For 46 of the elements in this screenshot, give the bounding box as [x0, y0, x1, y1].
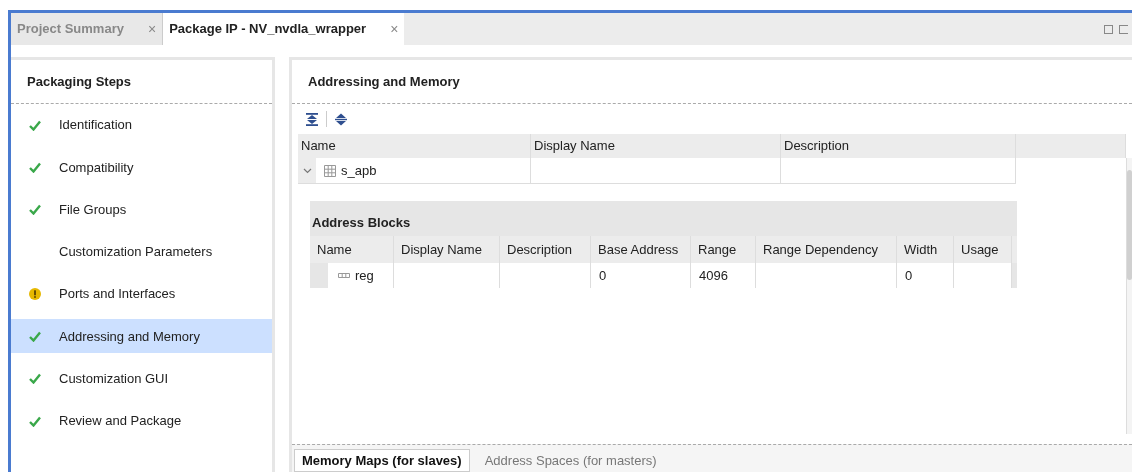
table-cell: 0	[897, 263, 954, 288]
step-item[interactable]: Compatibility	[11, 150, 272, 185]
table-cell: 0	[591, 263, 691, 288]
register-icon	[338, 273, 350, 278]
step-item[interactable]: Identification	[11, 108, 272, 142]
step-label: Review and Package	[59, 412, 182, 431]
column-header[interactable]: Name	[301, 136, 336, 156]
step-label: Customization GUI	[59, 370, 169, 389]
step-label: Compatibility	[59, 158, 134, 177]
step-label: Addressing and Memory	[59, 327, 200, 346]
close-icon[interactable]: ×	[390, 18, 399, 40]
collapse-all-icon[interactable]	[306, 112, 318, 126]
grid-icon	[324, 164, 336, 177]
bottom-tab[interactable]: Memory Maps (for slaves)	[294, 449, 470, 472]
cell-text: reg	[355, 266, 374, 285]
step-item[interactable]: Review and Package	[11, 404, 272, 439]
column-header[interactable]: Display Name	[534, 136, 615, 156]
checkmark-icon	[29, 331, 41, 342]
step-label: Ports and Interfaces	[59, 285, 176, 304]
bottom-tab[interactable]: Address Spaces (for masters)	[477, 449, 664, 472]
table-title: Address Blocks	[311, 213, 412, 232]
step-label: Identification	[59, 116, 132, 135]
editor-tab[interactable]: Package IP - NV_nvdla_wrapper ×	[163, 13, 405, 45]
step-label: Customization Parameters	[59, 243, 213, 262]
panel-title: Packaging Steps	[11, 60, 272, 104]
table-cell: 4096	[691, 263, 756, 288]
step-item[interactable]: Ports and Interfaces	[11, 277, 272, 312]
checkmark-icon	[29, 415, 41, 427]
step-label: File Groups	[59, 200, 127, 219]
panel-title: Addressing and Memory	[292, 60, 1132, 104]
column-header[interactable]: Description	[784, 136, 850, 156]
table-cell-text: s_apb	[341, 161, 377, 180]
step-item[interactable]: Customization Parameters	[11, 234, 272, 269]
chevron-down-icon[interactable]	[302, 166, 312, 175]
checkmark-icon	[29, 161, 41, 173]
expand-all-icon[interactable]	[335, 112, 347, 126]
restore-icon[interactable]	[1119, 24, 1128, 34]
warning-icon	[29, 288, 41, 301]
step-item[interactable]: File Groups	[11, 192, 272, 227]
checkmark-icon	[29, 373, 41, 385]
checkmark-icon	[29, 204, 41, 216]
maximize-icon[interactable]	[1104, 24, 1113, 34]
checkmark-icon	[29, 119, 41, 131]
step-item[interactable]: Addressing and Memory	[11, 319, 272, 354]
step-item[interactable]: Customization GUI	[11, 361, 272, 396]
scrollbar[interactable]	[1126, 158, 1132, 434]
